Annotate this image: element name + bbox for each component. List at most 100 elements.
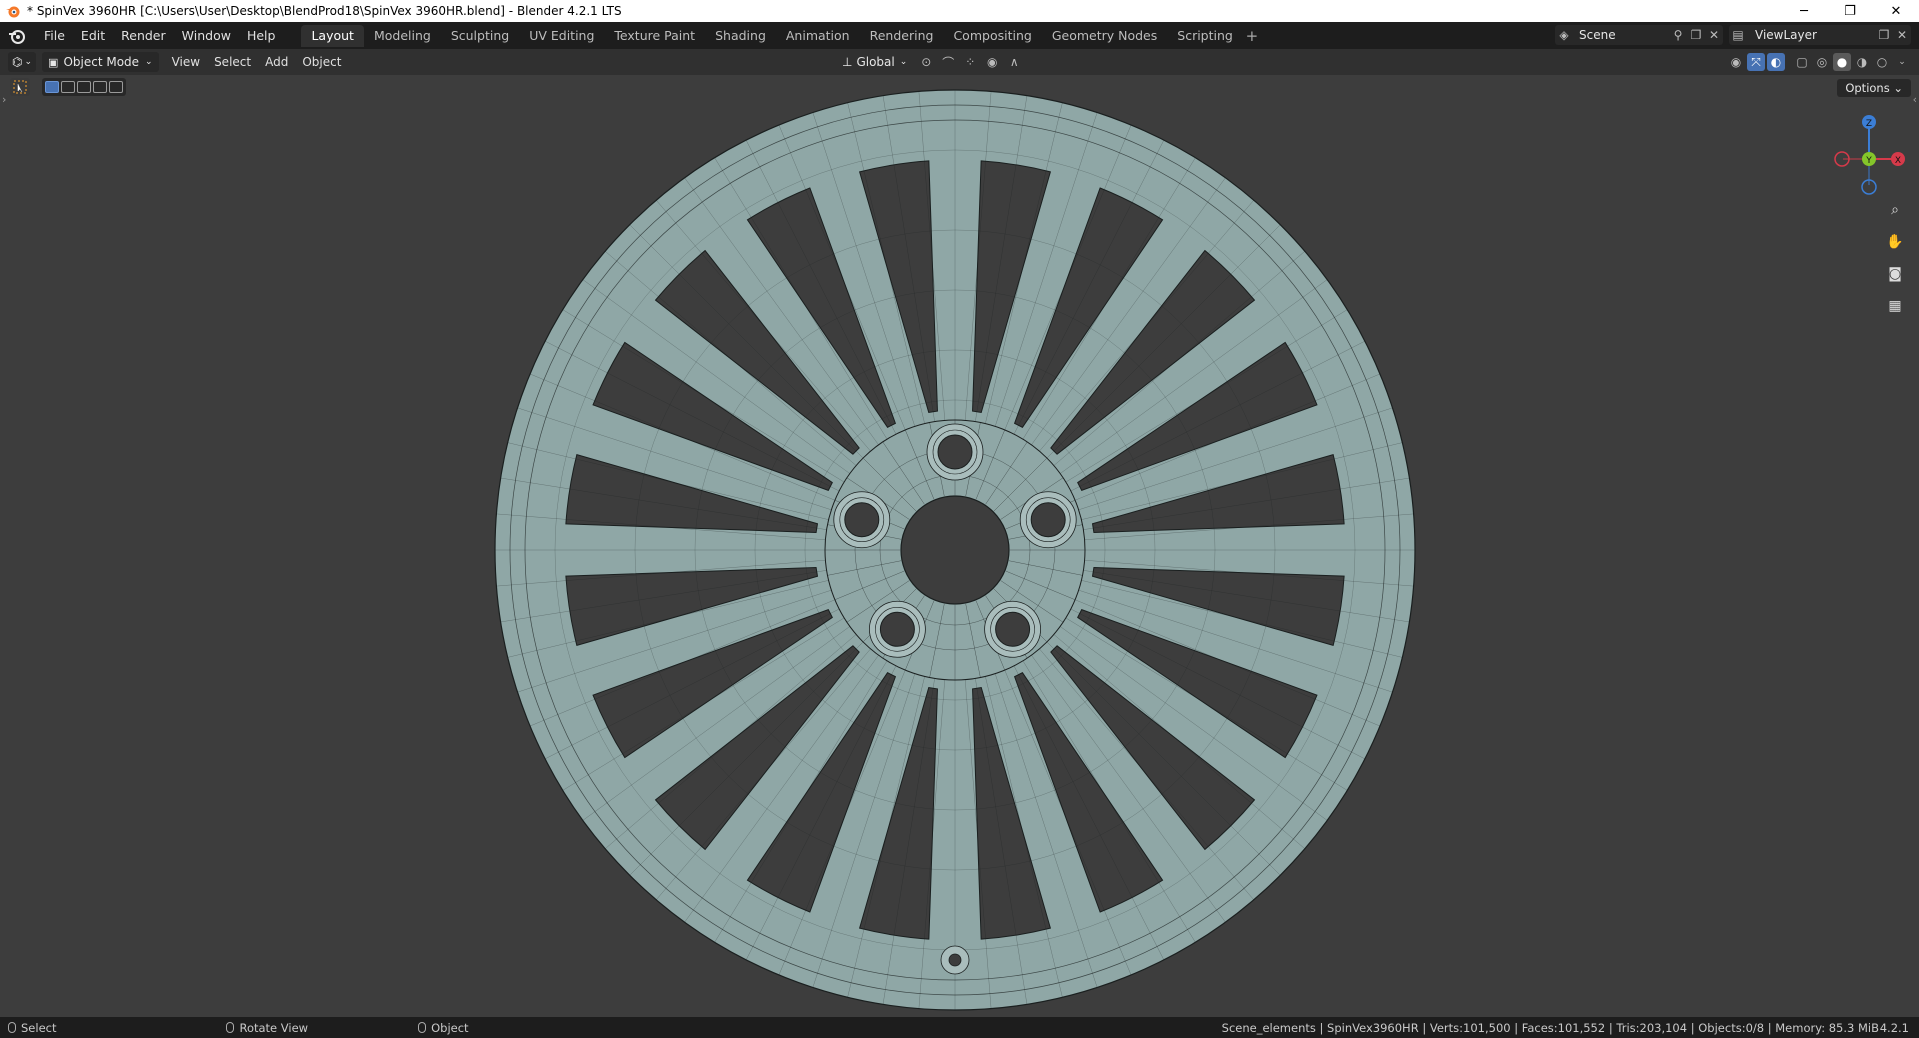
solid-shading-icon[interactable]: ● bbox=[1833, 53, 1851, 71]
mouse-right-icon bbox=[418, 1022, 427, 1033]
tab-shading[interactable]: Shading bbox=[705, 25, 776, 47]
pivot-point-icon[interactable]: ⊙ bbox=[917, 53, 935, 71]
selection-mode-group bbox=[42, 78, 126, 96]
workspace-tabs: Layout Modeling Sculpting UV Editing Texture… bbox=[301, 24, 1243, 47]
editor-type-button[interactable]: ⌬ ⌄ bbox=[8, 52, 37, 72]
tab-scripting[interactable]: Scripting bbox=[1167, 25, 1243, 47]
scene-selector[interactable]: ◈ Scene ⚲ ❐ ✕ bbox=[1555, 25, 1723, 45]
wireframe-shading-icon[interactable]: ◎ bbox=[1813, 53, 1831, 71]
transform-orientation-selector[interactable]: ⊥ Global ⌄ bbox=[836, 52, 913, 72]
select-new-icon[interactable] bbox=[45, 81, 59, 93]
tab-rendering[interactable]: Rendering bbox=[860, 25, 944, 47]
ortho-grid-icon[interactable]: ▦ bbox=[1883, 294, 1907, 318]
chevron-down-icon: ⌄ bbox=[24, 57, 33, 67]
chevron-down-icon: ⌄ bbox=[145, 57, 153, 67]
zoom-icon[interactable]: ⌕ bbox=[1883, 198, 1907, 222]
tab-animation[interactable]: Animation bbox=[776, 25, 860, 47]
mode-selector[interactable]: ▣ Object Mode ⌄ bbox=[42, 52, 159, 72]
options-label: Options bbox=[1845, 81, 1890, 95]
xray-toggle-icon[interactable]: ▢ bbox=[1793, 53, 1811, 71]
overlay-toggle-icon[interactable]: ◐ bbox=[1767, 53, 1785, 71]
camera-view-icon[interactable]: ◙ bbox=[1883, 262, 1907, 286]
blender-logo-icon[interactable] bbox=[8, 27, 26, 45]
tab-sculpting[interactable]: Sculpting bbox=[441, 25, 519, 47]
minimize-button[interactable]: ─ bbox=[1781, 0, 1827, 22]
tab-modeling[interactable]: Modeling bbox=[364, 25, 441, 47]
snap-target-icon[interactable]: ⁘ bbox=[961, 53, 979, 71]
select-invert-icon[interactable] bbox=[93, 81, 107, 93]
new-scene-icon[interactable]: ❐ bbox=[1687, 26, 1705, 44]
menu-edit[interactable]: Edit bbox=[73, 25, 113, 47]
falloff-icon[interactable]: ∧ bbox=[1005, 53, 1023, 71]
editor-type-icon: ⌬ bbox=[12, 55, 23, 69]
viewport-header: ⌬ ⌄ ▣ Object Mode ⌄ View Select Add Object ⊥… bbox=[0, 49, 1919, 75]
status-hint-object: Object bbox=[418, 1020, 469, 1035]
menu-render[interactable]: Render bbox=[113, 25, 174, 47]
material-shading-icon[interactable]: ◑ bbox=[1853, 53, 1871, 71]
orientation-icon: ⊥ bbox=[842, 55, 853, 69]
shading-controls: ◉ ⤧ ◐ ▢ ◎ ● ◑ ○ ⌄ bbox=[1727, 53, 1911, 71]
lug-hole bbox=[844, 502, 880, 538]
select-extend-icon[interactable] bbox=[61, 81, 75, 93]
mouse-middle-icon bbox=[226, 1022, 235, 1033]
navigation-tools: ⌕ ✋ ◙ ▦ bbox=[1883, 198, 1907, 318]
status-hint-label: Rotate View bbox=[239, 1020, 309, 1035]
menu-help[interactable]: Help bbox=[239, 25, 284, 47]
mouse-left-icon bbox=[8, 1022, 16, 1033]
viewport-menu-add[interactable]: Add bbox=[258, 55, 295, 69]
viewport-menu-view[interactable]: View bbox=[165, 55, 207, 69]
select-box-icon bbox=[13, 80, 27, 94]
gizmo-toggle-icon[interactable]: ⤧ bbox=[1747, 53, 1765, 71]
add-workspace-button[interactable]: + bbox=[1243, 25, 1261, 47]
valve-hole bbox=[948, 953, 962, 967]
select-tool-button[interactable] bbox=[10, 78, 30, 96]
sidebar-expand-icon[interactable]: ‹ bbox=[1913, 93, 1917, 106]
main-menu: File Edit Render Window Help bbox=[36, 25, 283, 47]
3d-viewport[interactable]: Options ⌄ › ‹ Z X Y ⌕ ✋ ◙ ▦ bbox=[0, 75, 1919, 1017]
viewport-menu-select[interactable]: Select bbox=[207, 55, 258, 69]
view-layer-selector[interactable]: ▤ ViewLayer ❐ ✕ bbox=[1729, 25, 1911, 45]
wheel-mesh[interactable] bbox=[490, 85, 1420, 1015]
close-button[interactable]: ✕ bbox=[1873, 0, 1919, 22]
blender-version: 4.2.1 bbox=[1879, 1020, 1909, 1035]
pin-icon[interactable]: ⚲ bbox=[1669, 26, 1687, 44]
visibility-icon[interactable]: ◉ bbox=[1727, 53, 1745, 71]
status-hints: Select Rotate View Object bbox=[0, 1021, 469, 1035]
tab-layout[interactable]: Layout bbox=[301, 24, 364, 47]
select-intersect-icon[interactable] bbox=[109, 81, 123, 93]
toolbar-expand-icon[interactable]: › bbox=[2, 93, 6, 106]
tab-uv-editing[interactable]: UV Editing bbox=[519, 25, 604, 47]
menu-window[interactable]: Window bbox=[174, 25, 239, 47]
tab-geometry-nodes[interactable]: Geometry Nodes bbox=[1042, 25, 1167, 47]
status-hint-label: Object bbox=[431, 1020, 469, 1035]
viewport-menu-object[interactable]: Object bbox=[295, 55, 348, 69]
orientation-label: Global bbox=[856, 55, 895, 69]
select-subtract-icon[interactable] bbox=[77, 81, 91, 93]
navigation-gizmo[interactable]: Z X Y bbox=[1825, 110, 1907, 200]
snap-icon[interactable]: ⌒ bbox=[939, 53, 957, 71]
chevron-down-icon: ⌄ bbox=[899, 57, 908, 67]
status-hint-label: Select bbox=[21, 1020, 57, 1035]
lug-hole bbox=[1030, 502, 1066, 538]
remove-scene-icon[interactable]: ✕ bbox=[1705, 26, 1723, 44]
viewport-menus: View Select Add Object bbox=[165, 55, 349, 69]
pan-hand-icon[interactable]: ✋ bbox=[1883, 230, 1907, 254]
remove-view-layer-icon[interactable]: ✕ bbox=[1893, 26, 1911, 44]
tab-texture-paint[interactable]: Texture Paint bbox=[604, 25, 705, 47]
lug-hole bbox=[879, 611, 915, 647]
center-bore bbox=[900, 495, 1010, 605]
z-axis-label: Z bbox=[1866, 119, 1872, 129]
tab-compositing[interactable]: Compositing bbox=[943, 25, 1041, 47]
proportional-edit-icon[interactable]: ◉ bbox=[983, 53, 1001, 71]
rendered-shading-icon[interactable]: ○ bbox=[1873, 53, 1891, 71]
new-view-layer-icon[interactable]: ❐ bbox=[1875, 26, 1893, 44]
mode-label: Object Mode bbox=[63, 55, 140, 69]
shading-options-icon[interactable]: ⌄ bbox=[1893, 53, 1911, 71]
options-button[interactable]: Options ⌄ bbox=[1837, 79, 1911, 97]
y-axis-label: Y bbox=[1865, 156, 1872, 166]
maximize-button[interactable]: ❐ bbox=[1827, 0, 1873, 22]
lug-hole bbox=[937, 434, 973, 470]
view-layer-icon: ▤ bbox=[1732, 28, 1744, 42]
menu-file[interactable]: File bbox=[36, 25, 73, 47]
window-title: * SpinVex 3960HR [C:\Users\User\Desktop\… bbox=[27, 4, 622, 18]
